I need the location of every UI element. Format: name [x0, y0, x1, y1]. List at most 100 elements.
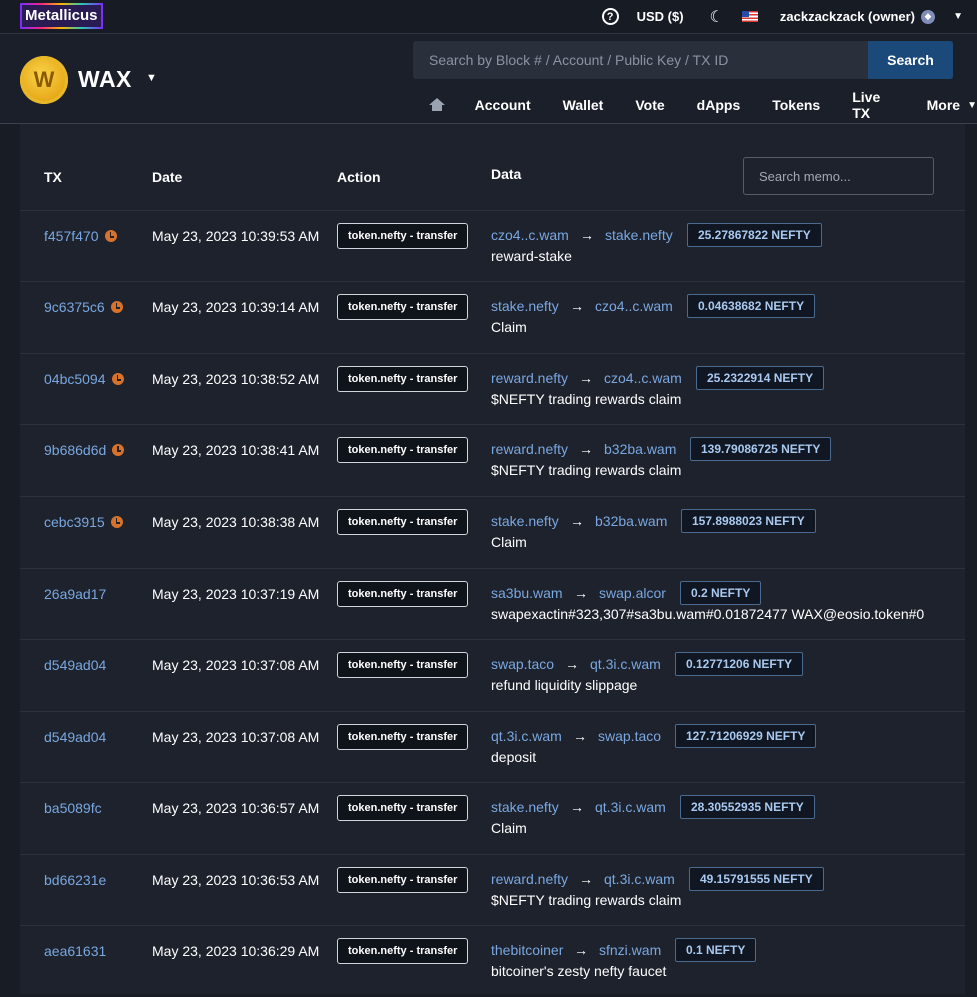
- from-account-link[interactable]: stake.nefty: [491, 799, 559, 815]
- us-flag-icon[interactable]: [741, 11, 758, 22]
- to-account-link[interactable]: qt.3i.c.wam: [604, 871, 675, 887]
- from-account-link[interactable]: stake.nefty: [491, 298, 559, 314]
- nav-item-wallet[interactable]: Wallet: [563, 97, 604, 113]
- tx-id-link[interactable]: aea61631: [44, 943, 106, 959]
- tx-id-text[interactable]: bd66231e: [44, 872, 106, 888]
- dark-mode-moon-icon[interactable]: ☾: [710, 7, 724, 27]
- memo-text: deposit: [491, 749, 537, 765]
- action-badge[interactable]: token.nefty - transfer: [337, 652, 469, 678]
- tx-date: May 23, 2023 10:39:53 AM: [152, 228, 320, 244]
- nav-item-vote[interactable]: Vote: [635, 97, 664, 113]
- from-account-link[interactable]: qt.3i.c.wam: [491, 728, 562, 744]
- to-account-link[interactable]: qt.3i.c.wam: [595, 799, 666, 815]
- to-account-link[interactable]: swap.alcor: [599, 585, 666, 601]
- from-account-link[interactable]: thebitcoiner: [491, 942, 563, 958]
- chevron-down-icon[interactable]: ▼: [953, 11, 963, 22]
- tx-id-text[interactable]: d549ad04: [44, 657, 106, 673]
- tx-id-text[interactable]: 9b686d6d: [44, 442, 106, 458]
- tx-id-link[interactable]: 9c6375c6: [44, 299, 123, 315]
- table-row: d549ad04 May 23, 2023 10:37:08 AM token.ne…: [20, 639, 965, 711]
- chain-chevron-down-icon[interactable]: ▼: [146, 72, 157, 84]
- amount-badge: 139.79086725 NEFTY: [690, 437, 832, 461]
- action-badge[interactable]: token.nefty - transfer: [337, 938, 469, 964]
- user-account-name[interactable]: zackzackzack (owner): [780, 9, 915, 24]
- nav-item-dapps[interactable]: dApps: [697, 97, 741, 113]
- tx-id-link[interactable]: cebc3915: [44, 514, 123, 530]
- tx-date: May 23, 2023 10:37:08 AM: [152, 729, 320, 745]
- from-account-link[interactable]: stake.nefty: [491, 513, 559, 529]
- arrow-right-icon: →: [570, 513, 584, 529]
- wax-logo-icon[interactable]: W: [20, 56, 68, 104]
- search-input[interactable]: [413, 41, 868, 79]
- from-account-link[interactable]: sa3bu.wam: [491, 585, 563, 601]
- arrow-right-icon: →: [579, 370, 593, 386]
- arrow-right-icon: →: [565, 656, 579, 672]
- tx-id-link[interactable]: f457f470: [44, 228, 117, 244]
- header-date: Date: [152, 169, 183, 185]
- action-badge[interactable]: token.nefty - transfer: [337, 223, 469, 249]
- memo-text: Claim: [491, 534, 527, 550]
- more-chevron-down-icon[interactable]: ▼: [967, 100, 977, 111]
- memo-text: refund liquidity slippage: [491, 677, 638, 693]
- from-account-link[interactable]: reward.nefty: [491, 441, 568, 457]
- tx-id-text[interactable]: aea61631: [44, 943, 106, 959]
- from-account-link[interactable]: reward.nefty: [491, 871, 568, 887]
- tx-id-link[interactable]: 9b686d6d: [44, 442, 125, 458]
- action-badge[interactable]: token.nefty - transfer: [337, 294, 469, 320]
- table-row: 26a9ad17 May 23, 2023 10:37:19 AM token.ne…: [20, 568, 965, 640]
- to-account-link[interactable]: swap.taco: [598, 728, 661, 744]
- to-account-link[interactable]: b32ba.wam: [604, 441, 676, 457]
- tx-id-text[interactable]: 9c6375c6: [44, 299, 105, 315]
- to-account-link[interactable]: b32ba.wam: [595, 513, 667, 529]
- action-badge[interactable]: token.nefty - transfer: [337, 509, 469, 535]
- tx-id-text[interactable]: ba5089fc: [44, 800, 102, 816]
- from-account-link[interactable]: swap.taco: [491, 656, 554, 672]
- metallicus-logo[interactable]: Metallicus: [20, 3, 103, 29]
- table-row: f457f470 May 23, 2023 10:39:53 AM token.ne…: [20, 210, 965, 282]
- to-account-link[interactable]: czo4..c.wam: [595, 298, 673, 314]
- chain-name[interactable]: WAX: [78, 66, 132, 93]
- nav-item-tokens[interactable]: Tokens: [772, 97, 820, 113]
- nav-item-account[interactable]: Account: [475, 97, 531, 113]
- to-account-link[interactable]: qt.3i.c.wam: [590, 656, 661, 672]
- memo-search-input[interactable]: [743, 157, 934, 195]
- action-badge[interactable]: token.nefty - transfer: [337, 437, 469, 463]
- action-badge[interactable]: token.nefty - transfer: [337, 795, 469, 821]
- tx-id-text[interactable]: 04bc5094: [44, 371, 106, 387]
- tx-id-text[interactable]: f457f470: [44, 228, 99, 244]
- to-account-link[interactable]: czo4..c.wam: [604, 370, 682, 386]
- tx-date: May 23, 2023 10:36:53 AM: [152, 872, 320, 888]
- from-account-link[interactable]: reward.nefty: [491, 370, 568, 386]
- arrow-right-icon: →: [570, 298, 584, 314]
- table-row: aea61631 May 23, 2023 10:36:29 AM token.ne…: [20, 925, 965, 997]
- tx-id-text[interactable]: d549ad04: [44, 729, 106, 745]
- amount-badge: 28.30552935 NEFTY: [680, 795, 815, 819]
- nav-item-live-tx[interactable]: Live TX: [852, 89, 894, 121]
- tx-id-link[interactable]: 26a9ad17: [44, 586, 106, 602]
- tx-id-text[interactable]: 26a9ad17: [44, 586, 106, 602]
- arrow-right-icon: →: [579, 441, 593, 457]
- main-navbar: W WAX ▼ Search Account Wallet Vote dApps…: [0, 34, 977, 124]
- amount-badge: 127.71206929 NEFTY: [675, 724, 817, 748]
- tx-id-link[interactable]: bd66231e: [44, 872, 106, 888]
- to-account-link[interactable]: stake.nefty: [605, 227, 673, 243]
- tx-id-link[interactable]: d549ad04: [44, 729, 106, 745]
- nav-item-more[interactable]: More: [927, 97, 960, 113]
- action-badge[interactable]: token.nefty - transfer: [337, 366, 469, 392]
- help-icon[interactable]: ?: [601, 8, 619, 25]
- currency-selector[interactable]: USD ($): [637, 9, 684, 24]
- tx-id-link[interactable]: d549ad04: [44, 657, 106, 673]
- home-icon[interactable]: [429, 98, 445, 112]
- action-badge[interactable]: token.nefty - transfer: [337, 867, 469, 893]
- tx-id-text[interactable]: cebc3915: [44, 514, 105, 530]
- action-badge[interactable]: token.nefty - transfer: [337, 724, 469, 750]
- tx-id-link[interactable]: 04bc5094: [44, 371, 124, 387]
- memo-text: bitcoiner's zesty nefty faucet: [491, 963, 667, 979]
- to-account-link[interactable]: sfnzi.wam: [599, 942, 661, 958]
- from-account-link[interactable]: czo4..c.wam: [491, 227, 569, 243]
- table-row: cebc3915 May 23, 2023 10:38:38 AM token.ne…: [20, 496, 965, 568]
- table-row: d549ad04 May 23, 2023 10:37:08 AM token.ne…: [20, 711, 965, 783]
- tx-id-link[interactable]: ba5089fc: [44, 800, 102, 816]
- action-badge[interactable]: token.nefty - transfer: [337, 581, 469, 607]
- search-button[interactable]: Search: [868, 41, 953, 79]
